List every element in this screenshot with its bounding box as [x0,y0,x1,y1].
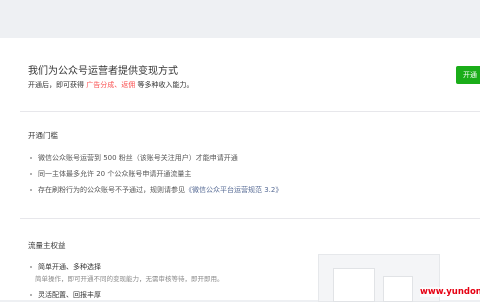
benefit-item-description: 简单操作，即可开通不同的变现能力，无需审核等待，即开即用。 [35,275,224,283]
illustration-card [333,268,375,302]
intro-desc-suffix: 等多种收入能力。 [137,81,194,89]
benefit-item-title: 灵活配置、回报丰厚 [30,290,101,300]
requirement-item: 微信公众账号运营到 500 粉丝（该账号关注用户）才能申请开通 [30,153,238,163]
requirement-text: 同一主体最多允许 20 个公众账号申请开通流量主 [38,170,192,178]
requirement-item: 存在刷粉行为的公众账号不予通过，规则请参见《微信公众平台运营规范 3.2》 [30,185,282,195]
requirement-item: 同一主体最多允许 20 个公众账号申请开通流量主 [30,169,191,179]
divider [20,111,480,112]
intro-desc-prefix: 开通后，即可获得 [28,81,84,89]
bullet-icon [30,189,32,191]
divider [20,218,480,219]
bullet-icon [30,173,32,175]
watermark: www.yundong [420,287,480,297]
income-highlight: 广告分成、返佣 [86,81,136,89]
operation-rules-link[interactable]: 《微信公众平台运营规范 3.2》 [185,186,282,194]
requirement-text: 微信公众账号运营到 500 粉丝（该账号关注用户）才能申请开通 [38,154,238,162]
benefit-item-title: 简单开通、多种选择 [30,262,101,272]
intro-title: 我们为公众号运营者提供变现方式 [28,66,178,77]
open-button[interactable]: 开通 [456,66,480,84]
bullet-icon [30,294,32,296]
benefit-title-text: 简单开通、多种选择 [38,263,101,271]
requirement-text: 存在刷粉行为的公众账号不予通过，规则请参见 [38,186,185,194]
bullet-icon [30,157,32,159]
benefits-title: 流量主权益 [28,241,66,250]
illustration-card [383,276,413,302]
intro-description: 开通后，即可获得 广告分成、返佣 等多种收入能力。 [28,80,193,90]
benefit-title-text: 灵活配置、回报丰厚 [38,291,101,299]
requirements-title: 开通门槛 [28,131,58,140]
bullet-icon [30,266,32,268]
